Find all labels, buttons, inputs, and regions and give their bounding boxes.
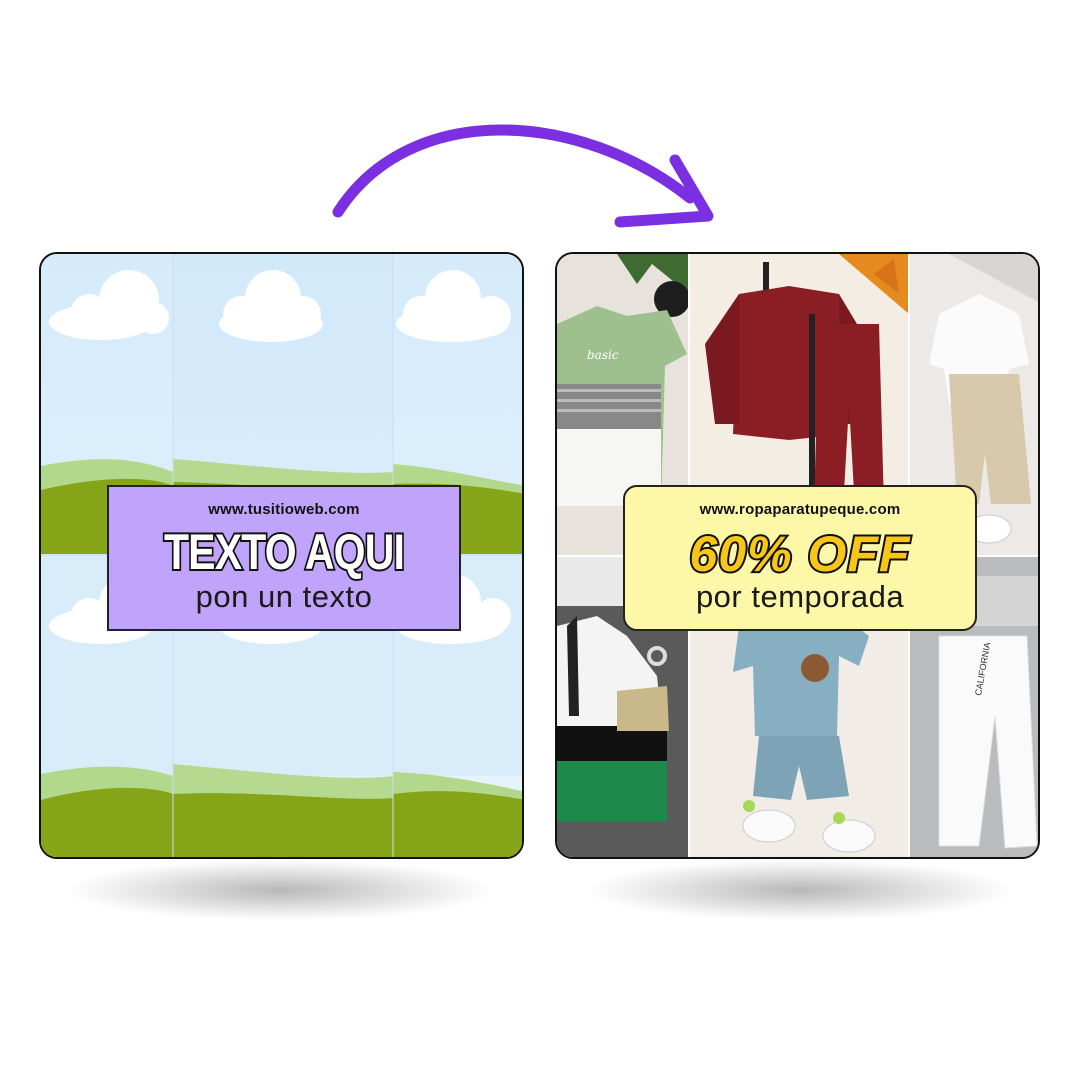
subtext: pon un texto bbox=[195, 579, 373, 614]
text-label-box[interactable]: www.tusitioweb.com TEXTO AQUI pon un tex… bbox=[107, 485, 461, 631]
template-card: www.tusitioweb.com TEXTO AQUI pon un tex… bbox=[39, 252, 524, 859]
card-shadow bbox=[70, 860, 490, 920]
card-shadow bbox=[590, 860, 1010, 920]
cloud-icon bbox=[49, 270, 511, 342]
headline: 60% OFF bbox=[688, 524, 912, 584]
product-card: basic CALIFORNIA www.ropaparatupeque.com… bbox=[555, 252, 1040, 859]
website-url: www.ropaparatupeque.com bbox=[699, 501, 901, 518]
curved-arrow-icon bbox=[332, 124, 714, 228]
website-url: www.tusitioweb.com bbox=[208, 501, 360, 518]
svg-text:basic: basic bbox=[587, 348, 619, 362]
promo-label-box[interactable]: www.ropaparatupeque.com 60% OFF por temp… bbox=[623, 485, 977, 631]
subtext: por temporada bbox=[695, 579, 905, 614]
headline: TEXTO AQUI bbox=[162, 522, 406, 582]
